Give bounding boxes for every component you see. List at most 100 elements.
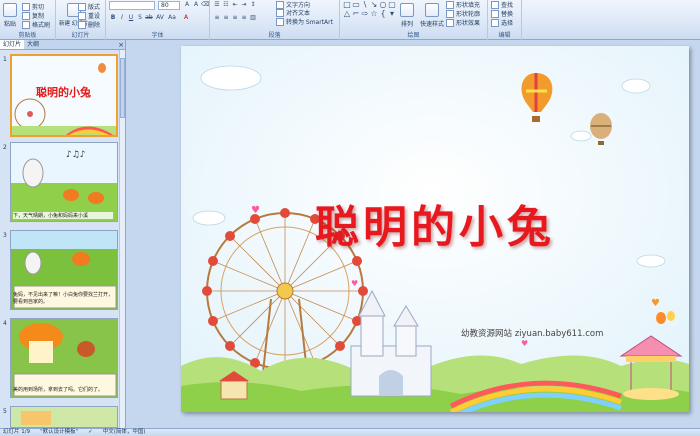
justify-icon[interactable]: ≡ bbox=[240, 14, 248, 22]
strikethrough-icon[interactable]: ab bbox=[145, 14, 153, 22]
right-arrow-shape-icon[interactable]: ⇨ bbox=[361, 10, 369, 18]
reset-button[interactable]: 重设 bbox=[78, 11, 100, 20]
bullets-icon[interactable]: ☰ bbox=[213, 1, 221, 9]
svg-text:♥: ♥ bbox=[351, 279, 358, 288]
oval-shape-icon[interactable]: ○ bbox=[379, 1, 387, 9]
connector-shape-icon[interactable]: ⌐ bbox=[352, 10, 360, 18]
copy-icon bbox=[22, 11, 30, 20]
paste-icon bbox=[3, 3, 17, 17]
triangle-shape-icon[interactable]: △ bbox=[343, 10, 351, 18]
quick-styles-icon bbox=[425, 3, 439, 17]
tab-outline[interactable]: 大纲 bbox=[24, 40, 42, 49]
panel-scroll-thumb[interactable] bbox=[120, 58, 125, 118]
line-shape-icon[interactable]: \ bbox=[361, 1, 369, 9]
smartart-icon bbox=[276, 17, 284, 26]
slide-thumbnail-1[interactable]: 聪明的小兔 bbox=[10, 54, 118, 137]
increase-indent-icon[interactable]: ⇥ bbox=[240, 1, 248, 9]
align-text-button[interactable]: 对齐文本 bbox=[276, 8, 310, 17]
bold-icon[interactable]: B bbox=[109, 14, 117, 22]
editing-group: 查找 替换 选择 编辑 bbox=[488, 0, 522, 40]
thumbnail-number: 2 bbox=[3, 144, 7, 151]
underline-icon[interactable]: U bbox=[127, 14, 135, 22]
delete-slide-button[interactable]: 删除 bbox=[78, 20, 100, 29]
font-group-label: 字体 bbox=[151, 32, 164, 39]
pen-icon bbox=[446, 9, 454, 18]
paint-bucket-icon bbox=[446, 0, 454, 9]
line-spacing-icon[interactable]: ↕ bbox=[249, 1, 257, 9]
align-left-icon[interactable]: ≡ bbox=[213, 14, 221, 22]
current-slide[interactable]: ♥ ♥ ♥ ♥ ♥ 聪明的小兔 幼教资源网站 ziyuan.baby611.co… bbox=[181, 46, 689, 412]
quick-styles-button[interactable]: 快速样式 bbox=[420, 3, 444, 28]
thumbnail-number: 5 bbox=[3, 408, 7, 415]
slide-thumbnail-2[interactable]: ♪♫♪ 下，天气晴朗，小兔和妈妈来小溪 bbox=[10, 142, 118, 222]
clear-format-icon[interactable]: ⌫ bbox=[201, 1, 209, 9]
italic-icon[interactable]: I bbox=[118, 14, 126, 22]
slide-count: 幻灯片 1/9 bbox=[3, 429, 31, 435]
theme-name: "默认设计模板" bbox=[40, 429, 79, 435]
layout-icon bbox=[78, 2, 86, 11]
thumbnail-number: 4 bbox=[3, 320, 7, 327]
ribbon: 粘贴 剪切 复制 格式刷 剪贴板 新建 幻灯片 版式 重设 删除 幻灯片 80 … bbox=[0, 0, 700, 40]
spell-check-icon[interactable]: ✓ bbox=[88, 429, 93, 436]
layout-button[interactable]: 版式 bbox=[78, 2, 100, 11]
more-shapes-icon[interactable]: ▾ bbox=[388, 10, 396, 18]
close-icon[interactable]: × bbox=[117, 40, 125, 49]
shrink-font-icon[interactable]: A bbox=[192, 1, 200, 9]
change-case-icon[interactable]: Aa bbox=[168, 14, 176, 22]
tab-slides[interactable]: 幻灯片 bbox=[0, 40, 25, 49]
cut-button[interactable]: 剪切 bbox=[22, 2, 44, 11]
copy-button[interactable]: 复制 bbox=[22, 11, 44, 20]
paragraph-group-label: 段落 bbox=[268, 32, 281, 39]
replace-icon bbox=[491, 9, 499, 18]
thumbnail-2-art: ♪♫♪ bbox=[11, 143, 117, 221]
language-indicator[interactable]: 中文(简体，中国) bbox=[103, 429, 146, 436]
thumbnail-4-caption: 美的用到场所，拿到去了吗。它们的了。 bbox=[13, 387, 104, 393]
columns-icon[interactable]: ▥ bbox=[249, 14, 257, 22]
shadow-icon[interactable]: S bbox=[136, 14, 144, 22]
grow-font-icon[interactable]: A bbox=[183, 1, 191, 9]
numbering-icon[interactable]: ☷ bbox=[222, 1, 230, 9]
star-shape-icon[interactable]: ☆ bbox=[370, 10, 378, 18]
arrange-button[interactable]: 排列 bbox=[400, 3, 414, 28]
arrange-icon bbox=[400, 3, 414, 17]
convert-smartart-button[interactable]: 转换为 SmartArt bbox=[276, 17, 333, 26]
paragraph-group: ☰ ☷ ⇤ ⇥ ↕ ≡ ≡ ≡ ≡ ▥ 文字方向 对齐文本 转换为 SmartA… bbox=[210, 0, 340, 40]
editing-group-label: 编辑 bbox=[498, 32, 511, 39]
font-size-field[interactable]: 80 bbox=[158, 1, 180, 10]
slide-thumbnail-4[interactable]: 美的用到场所，拿到去了吗。它们的了。 bbox=[10, 318, 118, 398]
reset-icon bbox=[78, 11, 86, 20]
font-name-field[interactable] bbox=[109, 1, 155, 10]
slides-group-label: 幻灯片 bbox=[71, 32, 90, 39]
decrease-indent-icon[interactable]: ⇤ bbox=[231, 1, 239, 9]
thumbnail-3-caption: 兔妈，不见出来了嘛！小白兔你要找兰打开，要看到自家的。 bbox=[13, 292, 114, 305]
rounded-rect-shape-icon[interactable]: ▢ bbox=[388, 1, 396, 9]
thumbnail-number: 3 bbox=[3, 232, 7, 239]
shape-effects-button[interactable]: 形状效果 bbox=[446, 18, 480, 27]
slide-thumbnail-3[interactable]: 兔妈，不见出来了嘛！小白兔你要找兰打开，要看到自家的。 bbox=[10, 230, 118, 310]
find-button[interactable]: 查找 bbox=[491, 0, 513, 9]
format-painter-button[interactable]: 格式刷 bbox=[22, 20, 50, 29]
brace-shape-icon[interactable]: { bbox=[379, 10, 387, 18]
replace-button[interactable]: 替换 bbox=[491, 9, 513, 18]
rectangle-shape-icon[interactable]: □ bbox=[343, 1, 351, 9]
svg-text:♥: ♥ bbox=[521, 339, 528, 348]
select-button[interactable]: 选择 bbox=[491, 18, 513, 27]
font-color-icon[interactable]: A bbox=[182, 14, 190, 22]
align-center-icon[interactable]: ≡ bbox=[222, 14, 230, 22]
align-text-icon bbox=[276, 8, 284, 17]
drawing-group: □ ▭ \ ↘ ○ ▢ △ ⌐ ⇨ ☆ { ▾ 排列 快速样式 形状填充 形状轮… bbox=[340, 0, 488, 40]
panel-scrollbar[interactable] bbox=[119, 50, 125, 428]
shape-fill-button[interactable]: 形状填充 bbox=[446, 0, 480, 9]
slide-title[interactable]: 聪明的小兔 bbox=[181, 191, 689, 255]
slides-panel: 幻灯片 大纲 × 1 聪明的小兔 2 ♪♫♪ 下，天气晴朗，小兔和妈妈来小溪 3 bbox=[0, 40, 126, 428]
char-spacing-icon[interactable]: AV bbox=[156, 14, 164, 22]
arrow-shape-icon[interactable]: ↘ bbox=[370, 1, 378, 9]
textbox-shape-icon[interactable]: ▭ bbox=[352, 1, 360, 9]
binoculars-icon bbox=[491, 0, 499, 9]
font-group: 80 A A ⌫ B I U S ab AV Aa A 字体 bbox=[106, 0, 210, 40]
slide-thumbnail-5[interactable] bbox=[10, 406, 118, 428]
paste-button[interactable]: 粘贴 bbox=[3, 3, 17, 28]
shape-outline-button[interactable]: 形状轮廓 bbox=[446, 9, 480, 18]
align-right-icon[interactable]: ≡ bbox=[231, 14, 239, 22]
brush-icon bbox=[22, 20, 30, 29]
